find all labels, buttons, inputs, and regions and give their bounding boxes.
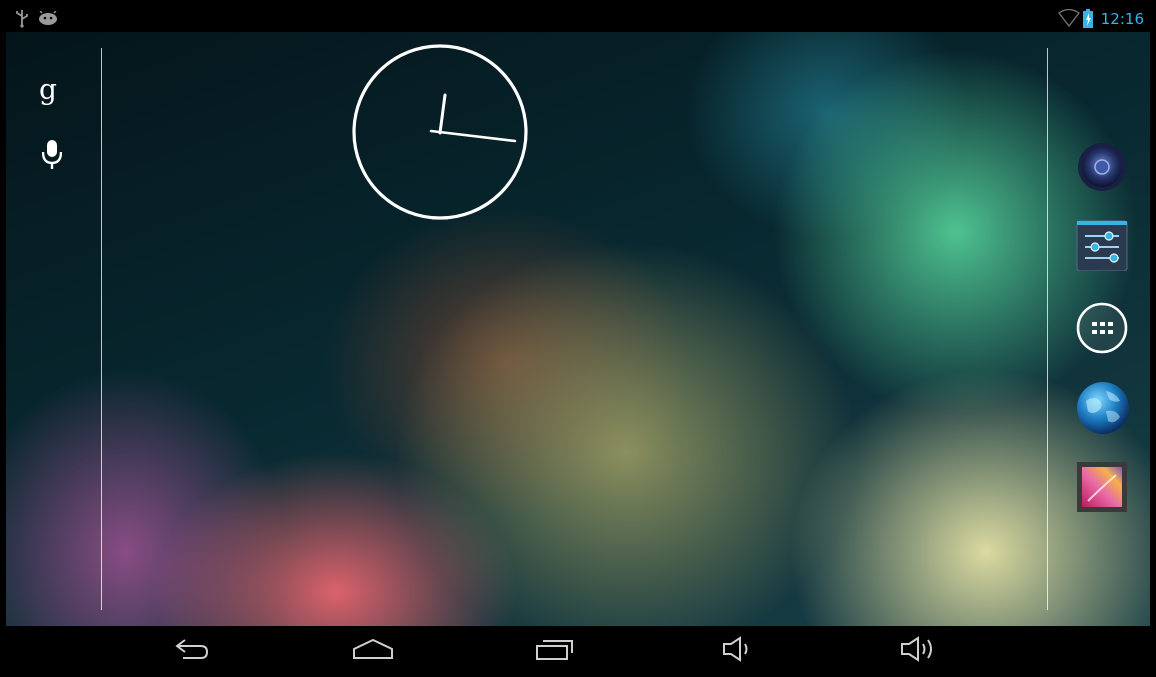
- voice-search-icon[interactable]: [41, 140, 63, 174]
- music-app-icon[interactable]: [1076, 141, 1128, 193]
- google-search-icon[interactable]: g: [39, 76, 57, 104]
- status-time: 12:16: [1100, 10, 1144, 28]
- home-icon[interactable]: [349, 634, 397, 664]
- usb-icon: [15, 8, 29, 32]
- wallpaper[interactable]: [6, 32, 1150, 626]
- back-icon[interactable]: [167, 634, 215, 664]
- minute-hand: [429, 129, 517, 143]
- home-screen: 12:16 g: [6, 6, 1150, 671]
- wifi-icon: [1058, 8, 1080, 31]
- recents-icon[interactable]: [531, 634, 579, 664]
- dock-divider: [1047, 48, 1048, 610]
- search-bar-divider: [101, 48, 102, 610]
- app-drawer-button[interactable]: [1076, 302, 1128, 354]
- search-bar: g: [6, 32, 106, 626]
- gallery-app-icon[interactable]: [1076, 461, 1128, 513]
- settings-app-icon[interactable]: [1076, 219, 1128, 272]
- android-debug-icon: [38, 10, 58, 29]
- navigation-bar: [6, 626, 1150, 671]
- battery-charging-icon: [1083, 9, 1093, 32]
- volume-up-icon[interactable]: [894, 634, 942, 664]
- hour-hand: [438, 93, 447, 135]
- volume-down-icon[interactable]: [714, 634, 762, 664]
- analog-clock-widget[interactable]: [351, 43, 531, 227]
- status-bar[interactable]: 12:16: [6, 6, 1150, 32]
- browser-app-icon[interactable]: [1076, 381, 1129, 434]
